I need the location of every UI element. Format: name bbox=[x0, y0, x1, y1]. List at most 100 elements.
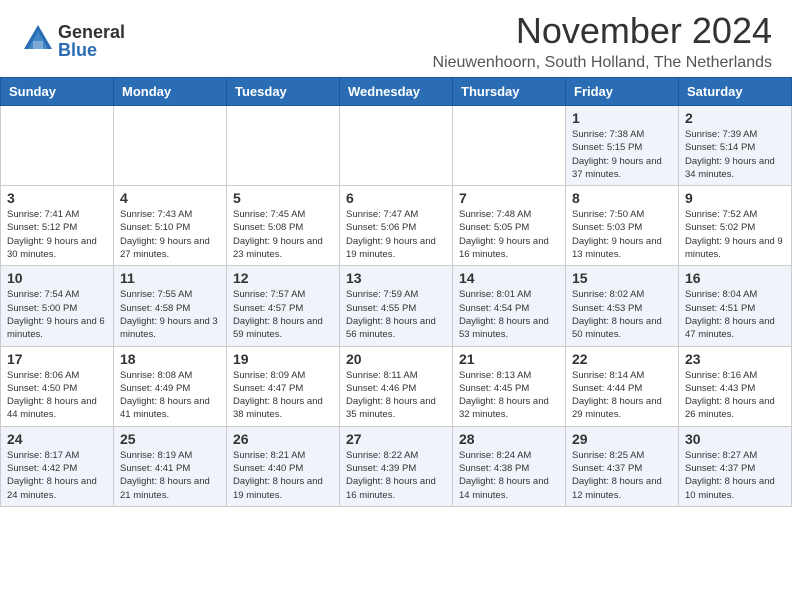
day-number: 19 bbox=[233, 351, 333, 367]
day-info: Sunrise: 8:08 AM Sunset: 4:49 PM Dayligh… bbox=[120, 369, 220, 422]
calendar-cell: 29 Sunrise: 8:25 AM Sunset: 4:37 PM Dayli… bbox=[566, 426, 679, 506]
day-info: Sunrise: 8:17 AM Sunset: 4:42 PM Dayligh… bbox=[7, 449, 107, 502]
calendar-row-1: 1 Sunrise: 7:38 AM Sunset: 5:15 PM Daylig… bbox=[1, 106, 792, 186]
calendar-cell: 30 Sunrise: 8:27 AM Sunset: 4:37 PM Dayli… bbox=[679, 426, 792, 506]
col-tuesday: Tuesday bbox=[227, 78, 340, 106]
day-info: Sunrise: 8:02 AM Sunset: 4:53 PM Dayligh… bbox=[572, 288, 672, 341]
day-number: 14 bbox=[459, 270, 559, 286]
calendar-cell: 13Sunrise: 7:59 AM Sunset: 4:55 PM Dayli… bbox=[340, 266, 453, 346]
day-number: 21 bbox=[459, 351, 559, 367]
calendar-cell: 23 Sunrise: 8:16 AM Sunset: 4:43 PM Dayli… bbox=[679, 346, 792, 426]
col-monday: Monday bbox=[114, 78, 227, 106]
col-thursday: Thursday bbox=[453, 78, 566, 106]
day-number: 18 bbox=[120, 351, 220, 367]
calendar-row-3: 10 Sunrise: 7:54 AM Sunset: 5:00 PM Dayli… bbox=[1, 266, 792, 346]
calendar-cell: 16Sunrise: 8:04 AM Sunset: 4:51 PM Dayli… bbox=[679, 266, 792, 346]
day-info: Sunrise: 8:24 AM Sunset: 4:38 PM Dayligh… bbox=[459, 449, 559, 502]
day-info: Sunrise: 8:14 AM Sunset: 4:44 PM Dayligh… bbox=[572, 369, 672, 422]
day-info: Sunrise: 7:54 AM Sunset: 5:00 PM Dayligh… bbox=[7, 288, 107, 341]
calendar-cell: 22 Sunrise: 8:14 AM Sunset: 4:44 PM Dayli… bbox=[566, 346, 679, 426]
day-number: 15 bbox=[572, 270, 672, 286]
day-number: 1 bbox=[572, 110, 672, 126]
day-number: 28 bbox=[459, 431, 559, 447]
day-info: Sunrise: 7:55 AM Sunset: 4:58 PM Dayligh… bbox=[120, 288, 220, 341]
col-wednesday: Wednesday bbox=[340, 78, 453, 106]
day-number: 4 bbox=[120, 190, 220, 206]
calendar-cell: 2Sunrise: 7:39 AM Sunset: 5:14 PM Daylig… bbox=[679, 106, 792, 186]
day-info: Sunrise: 8:09 AM Sunset: 4:47 PM Dayligh… bbox=[233, 369, 333, 422]
calendar-cell: 4 Sunrise: 7:43 AM Sunset: 5:10 PM Daylig… bbox=[114, 186, 227, 266]
calendar-cell: 8Sunrise: 7:50 AM Sunset: 5:03 PM Daylig… bbox=[566, 186, 679, 266]
day-info: Sunrise: 8:27 AM Sunset: 4:37 PM Dayligh… bbox=[685, 449, 785, 502]
day-info: Sunrise: 8:16 AM Sunset: 4:43 PM Dayligh… bbox=[685, 369, 785, 422]
calendar-cell: 19 Sunrise: 8:09 AM Sunset: 4:47 PM Dayli… bbox=[227, 346, 340, 426]
logo-blue-text: Blue bbox=[58, 41, 125, 59]
day-info: Sunrise: 7:45 AM Sunset: 5:08 PM Dayligh… bbox=[233, 208, 333, 261]
calendar-header-row: Sunday Monday Tuesday Wednesday Thursday… bbox=[1, 78, 792, 106]
calendar-cell: 10 Sunrise: 7:54 AM Sunset: 5:00 PM Dayli… bbox=[1, 266, 114, 346]
calendar-table: Sunday Monday Tuesday Wednesday Thursday… bbox=[0, 77, 792, 507]
calendar-cell: 25 Sunrise: 8:19 AM Sunset: 4:41 PM Dayli… bbox=[114, 426, 227, 506]
day-number: 9 bbox=[685, 190, 785, 206]
day-info: Sunrise: 8:25 AM Sunset: 4:37 PM Dayligh… bbox=[572, 449, 672, 502]
calendar-cell: 11 Sunrise: 7:55 AM Sunset: 4:58 PM Dayli… bbox=[114, 266, 227, 346]
calendar-cell: 9 Sunrise: 7:52 AM Sunset: 5:02 PM Daylig… bbox=[679, 186, 792, 266]
day-info: Sunrise: 7:57 AM Sunset: 4:57 PM Dayligh… bbox=[233, 288, 333, 341]
col-saturday: Saturday bbox=[679, 78, 792, 106]
calendar-row-4: 17 Sunrise: 8:06 AM Sunset: 4:50 PM Dayli… bbox=[1, 346, 792, 426]
day-number: 22 bbox=[572, 351, 672, 367]
calendar-cell: 24 Sunrise: 8:17 AM Sunset: 4:42 PM Dayli… bbox=[1, 426, 114, 506]
logo: General Blue bbox=[20, 21, 125, 62]
day-info: Sunrise: 8:22 AM Sunset: 4:39 PM Dayligh… bbox=[346, 449, 446, 502]
calendar-cell: 5 Sunrise: 7:45 AM Sunset: 5:08 PM Daylig… bbox=[227, 186, 340, 266]
day-number: 12 bbox=[233, 270, 333, 286]
calendar-cell: 7Sunrise: 7:48 AM Sunset: 5:05 PM Daylig… bbox=[453, 186, 566, 266]
day-info: Sunrise: 8:19 AM Sunset: 4:41 PM Dayligh… bbox=[120, 449, 220, 502]
day-number: 26 bbox=[233, 431, 333, 447]
logo-text: General Blue bbox=[58, 23, 125, 59]
day-number: 7 bbox=[459, 190, 559, 206]
day-number: 11 bbox=[120, 270, 220, 286]
day-number: 27 bbox=[346, 431, 446, 447]
col-sunday: Sunday bbox=[1, 78, 114, 106]
calendar-cell: 20Sunrise: 8:11 AM Sunset: 4:46 PM Dayli… bbox=[340, 346, 453, 426]
calendar-cell: 28 Sunrise: 8:24 AM Sunset: 4:38 PM Dayli… bbox=[453, 426, 566, 506]
day-number: 30 bbox=[685, 431, 785, 447]
day-number: 2 bbox=[685, 110, 785, 126]
day-info: Sunrise: 7:38 AM Sunset: 5:15 PM Dayligh… bbox=[572, 128, 672, 181]
calendar-cell: 14Sunrise: 8:01 AM Sunset: 4:54 PM Dayli… bbox=[453, 266, 566, 346]
page-container: General Blue November 2024 Nieuwenhoorn,… bbox=[0, 0, 792, 517]
calendar-cell: 21Sunrise: 8:13 AM Sunset: 4:45 PM Dayli… bbox=[453, 346, 566, 426]
day-info: Sunrise: 7:43 AM Sunset: 5:10 PM Dayligh… bbox=[120, 208, 220, 261]
day-number: 5 bbox=[233, 190, 333, 206]
location-title: Nieuwenhoorn, South Holland, The Netherl… bbox=[433, 54, 772, 72]
calendar-cell: 12 Sunrise: 7:57 AM Sunset: 4:57 PM Dayli… bbox=[227, 266, 340, 346]
day-number: 13 bbox=[346, 270, 446, 286]
logo-general-text: General bbox=[58, 23, 125, 41]
header: General Blue November 2024 Nieuwenhoorn,… bbox=[0, 0, 792, 77]
calendar-cell: 18 Sunrise: 8:08 AM Sunset: 4:49 PM Dayli… bbox=[114, 346, 227, 426]
day-info: Sunrise: 7:47 AM Sunset: 5:06 PM Dayligh… bbox=[346, 208, 446, 261]
calendar-cell: 1 Sunrise: 7:38 AM Sunset: 5:15 PM Daylig… bbox=[566, 106, 679, 186]
day-info: Sunrise: 7:50 AM Sunset: 5:03 PM Dayligh… bbox=[572, 208, 672, 261]
calendar-cell: 17 Sunrise: 8:06 AM Sunset: 4:50 PM Dayli… bbox=[1, 346, 114, 426]
day-number: 24 bbox=[7, 431, 107, 447]
day-number: 20 bbox=[346, 351, 446, 367]
calendar-cell: 27 Sunrise: 8:22 AM Sunset: 4:39 PM Dayli… bbox=[340, 426, 453, 506]
calendar-row-2: 3Sunrise: 7:41 AM Sunset: 5:12 PM Daylig… bbox=[1, 186, 792, 266]
calendar-cell bbox=[453, 106, 566, 186]
month-title: November 2024 bbox=[433, 10, 772, 52]
calendar-cell: 3Sunrise: 7:41 AM Sunset: 5:12 PM Daylig… bbox=[1, 186, 114, 266]
calendar-cell: 26Sunrise: 8:21 AM Sunset: 4:40 PM Dayli… bbox=[227, 426, 340, 506]
day-number: 25 bbox=[120, 431, 220, 447]
day-number: 16 bbox=[685, 270, 785, 286]
day-number: 10 bbox=[7, 270, 107, 286]
calendar-cell bbox=[340, 106, 453, 186]
col-friday: Friday bbox=[566, 78, 679, 106]
day-number: 23 bbox=[685, 351, 785, 367]
day-number: 17 bbox=[7, 351, 107, 367]
day-number: 29 bbox=[572, 431, 672, 447]
day-info: Sunrise: 8:06 AM Sunset: 4:50 PM Dayligh… bbox=[7, 369, 107, 422]
calendar-cell bbox=[227, 106, 340, 186]
day-info: Sunrise: 7:52 AM Sunset: 5:02 PM Dayligh… bbox=[685, 208, 785, 261]
